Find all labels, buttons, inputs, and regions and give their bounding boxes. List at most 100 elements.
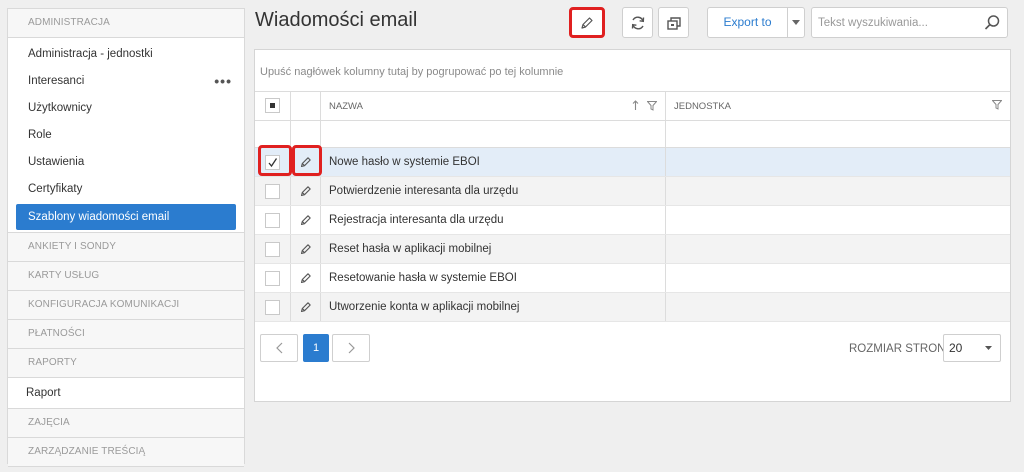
- select-all-cell: [255, 92, 291, 120]
- row-edit-cell: [291, 264, 321, 292]
- row-name-cell: Utworzenie konta w aplikacji mobilnej: [321, 293, 666, 321]
- template-name: Utworzenie konta w aplikacji mobilnej: [329, 301, 520, 313]
- sidebar-section-administracja-items: Administracja - jednostki Interesanci •••…: [8, 38, 244, 233]
- select-all-checkbox[interactable]: [265, 98, 280, 113]
- row-checkbox[interactable]: [265, 213, 280, 228]
- row-select-cell: [255, 206, 291, 234]
- row-select-cell: [255, 293, 291, 321]
- sidebar-item-uzytkownicy[interactable]: Użytkownicy: [8, 95, 244, 122]
- page-size-value: 20: [949, 341, 963, 355]
- sidebar-item-label: Administracja - jednostki: [28, 48, 153, 60]
- table-row[interactable]: Nowe hasło w systemie EBOI: [255, 148, 1010, 177]
- row-edit-cell: [291, 177, 321, 205]
- column-header-nazwa[interactable]: NAZWA: [321, 92, 666, 120]
- sidebar-item-label: Role: [28, 129, 52, 141]
- sort-ascending-icon[interactable]: [632, 100, 639, 111]
- export-caret[interactable]: [788, 8, 804, 37]
- row-checkbox[interactable]: [265, 271, 280, 286]
- search-icon[interactable]: [984, 14, 1001, 31]
- row-edit-cell: [291, 235, 321, 263]
- pencil-icon[interactable]: [300, 301, 312, 313]
- chevron-left-icon: [275, 342, 282, 354]
- sidebar-section-zajecia[interactable]: ZAJĘCIA: [8, 409, 244, 438]
- refresh-icon: [631, 16, 644, 29]
- table-row[interactable]: Potwierdzenie interesanta dla urzędu: [255, 177, 1010, 206]
- sidebar-item-label: Użytkownicy: [28, 102, 92, 114]
- pager: 1 ROZMIAR STRONY 20: [255, 321, 1010, 401]
- template-name: Reset hasła w aplikacji mobilnej: [329, 243, 492, 255]
- table-row[interactable]: Utworzenie konta w aplikacji mobilnej: [255, 293, 1010, 322]
- row-unit-cell: [666, 235, 1010, 263]
- row-checkbox[interactable]: [265, 155, 280, 170]
- pencil-icon[interactable]: [300, 243, 312, 255]
- email-templates-grid: Upuść nagłówek kolumny tutaj by pogrupow…: [254, 49, 1011, 402]
- more-options-icon[interactable]: •••: [214, 68, 232, 95]
- previous-page-button[interactable]: [260, 334, 298, 362]
- filter-icon[interactable]: [647, 100, 657, 111]
- sidebar-item-administracja-jednostki[interactable]: Administracja - jednostki: [8, 41, 244, 68]
- next-page-button[interactable]: [332, 334, 370, 362]
- sidebar-item-label: Ustawienia: [28, 156, 85, 168]
- row-select-cell: [255, 235, 291, 263]
- filter-icon[interactable]: [992, 100, 1002, 110]
- sidebar-section-karty-uslug[interactable]: KARTY USŁUG: [8, 262, 244, 291]
- sidebar-section-ankiety-i-sondy[interactable]: ANKIETY I SONDY: [8, 233, 244, 262]
- edit-button[interactable]: [569, 7, 605, 38]
- pencil-icon[interactable]: [300, 214, 312, 226]
- sidebar-item-certyfikaty[interactable]: Certyfikaty: [8, 176, 244, 203]
- page-1-button[interactable]: 1: [303, 334, 329, 362]
- row-unit-cell: [666, 177, 1010, 205]
- row-unit-cell: [666, 148, 1010, 176]
- search-input[interactable]: [818, 14, 978, 32]
- group-panel[interactable]: Upuść nagłówek kolumny tutaj by pogrupow…: [255, 50, 1010, 92]
- column-header-label: NAZWA: [329, 101, 363, 112]
- page-size-label: ROZMIAR STRONY: [849, 343, 954, 355]
- sidebar-item-label: Interesanci: [28, 75, 85, 87]
- refresh-button[interactable]: [622, 7, 653, 38]
- table-row[interactable]: Resetowanie hasła w systemie EBOI: [255, 264, 1010, 293]
- filter-cell: [291, 121, 321, 147]
- column-header-label: JEDNOSTKA: [674, 101, 732, 112]
- table-row[interactable]: Rejestracja interesanta dla urzędu: [255, 206, 1010, 235]
- sidebar-section-platnosci[interactable]: PŁATNOŚCI: [8, 320, 244, 349]
- checkmark-icon: [268, 158, 278, 168]
- table-row[interactable]: Reset hasła w aplikacji mobilnej: [255, 235, 1010, 264]
- sidebar-item-raport[interactable]: Raport: [8, 378, 244, 409]
- chevron-down-icon: [985, 346, 992, 350]
- filter-row: [255, 121, 1010, 148]
- page-title: Wiadomości email: [255, 9, 418, 31]
- row-edit-cell: [291, 148, 321, 176]
- sidebar-item-label: Szablony wiadomości email: [28, 211, 170, 223]
- sidebar-section-konfiguracja-komunikacji[interactable]: KONFIGURACJA KOMUNIKACJI: [8, 291, 244, 320]
- sidebar-item-szablony-wiadomosci-email[interactable]: Szablony wiadomości email: [16, 204, 236, 230]
- column-header-jednostka[interactable]: JEDNOSTKA: [666, 92, 1010, 120]
- edit-column-header: [291, 92, 321, 120]
- sidebar-section-administracja[interactable]: ADMINISTRACJA: [8, 9, 244, 38]
- copy-button[interactable]: [658, 7, 689, 38]
- pencil-icon[interactable]: [300, 272, 312, 284]
- sidebar-item-interesanci[interactable]: Interesanci •••: [8, 68, 244, 95]
- sidebar-section-zarzadzanie-trescia[interactable]: ZARZĄDZANIE TREŚCIĄ: [8, 438, 244, 467]
- template-name: Rejestracja interesanta dla urzędu: [329, 214, 504, 226]
- grid-body: Nowe hasło w systemie EBOI Potwierdzenie …: [255, 148, 1010, 322]
- row-checkbox[interactable]: [265, 242, 280, 257]
- pencil-icon[interactable]: [300, 185, 312, 197]
- template-name: Potwierdzenie interesanta dla urzędu: [329, 185, 519, 197]
- export-dropdown[interactable]: Export to: [707, 7, 805, 38]
- filter-cell-nazwa[interactable]: [321, 121, 666, 147]
- template-name: Nowe hasło w systemie EBOI: [329, 156, 480, 168]
- row-name-cell: Rejestracja interesanta dla urzędu: [321, 206, 666, 234]
- template-name: Resetowanie hasła w systemie EBOI: [329, 272, 517, 284]
- export-button[interactable]: Export to: [708, 8, 788, 37]
- filter-cell: [255, 121, 291, 147]
- page-size-select[interactable]: 20: [943, 334, 1001, 362]
- search-box: [811, 7, 1008, 38]
- sidebar-item-role[interactable]: Role: [8, 122, 244, 149]
- row-checkbox[interactable]: [265, 300, 280, 315]
- filter-cell-jednostka[interactable]: [666, 121, 1010, 147]
- row-name-cell: Resetowanie hasła w systemie EBOI: [321, 264, 666, 292]
- pencil-icon[interactable]: [300, 156, 312, 168]
- sidebar-section-raporty[interactable]: RAPORTY: [8, 349, 244, 378]
- row-checkbox[interactable]: [265, 184, 280, 199]
- sidebar-item-ustawienia[interactable]: Ustawienia: [8, 149, 244, 176]
